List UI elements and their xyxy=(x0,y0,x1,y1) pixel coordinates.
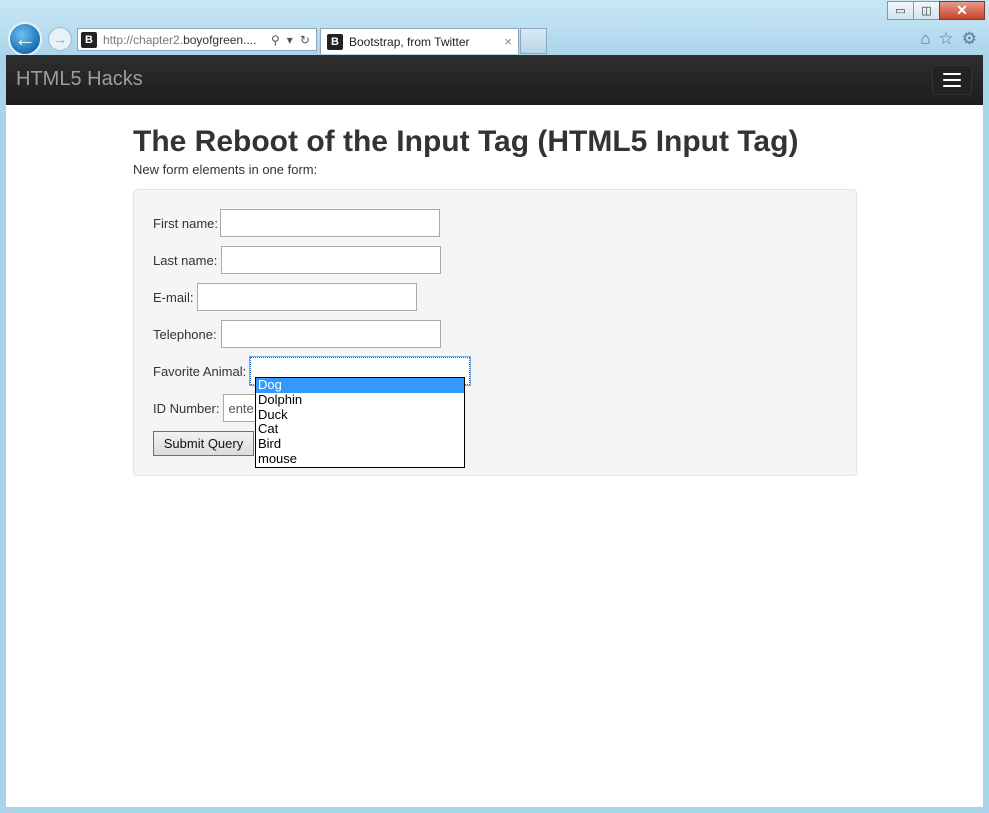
first-name-row: First name: xyxy=(153,209,441,237)
animal-label: Favorite Animal: xyxy=(153,363,247,379)
telephone-field[interactable] xyxy=(220,320,441,348)
animal-option[interactable]: Duck xyxy=(256,407,464,423)
forward-button[interactable]: → xyxy=(48,27,72,51)
tab-favicon-icon: B xyxy=(327,33,343,50)
animal-option[interactable]: Dolphin xyxy=(256,392,464,408)
page-subtitle: New form elements in one form: xyxy=(133,162,318,177)
restore-button[interactable]: ◫ xyxy=(913,1,940,20)
address-domain: boyofgreen.... xyxy=(183,32,257,47)
telephone-label: Telephone: xyxy=(153,326,217,342)
telephone-row: Telephone: xyxy=(153,320,441,348)
main-container: The Reboot of the Input Tag (HTML5 Input… xyxy=(133,125,857,476)
refresh-icon[interactable]: ↻ xyxy=(300,33,310,47)
close-tab-icon[interactable]: × xyxy=(504,34,512,49)
tab-title: Bootstrap, from Twitter xyxy=(349,34,470,49)
arrow-right-icon: → xyxy=(53,31,67,47)
email-row: E-mail: xyxy=(153,283,418,311)
minimize-button[interactable]: ▭ xyxy=(887,1,914,20)
navbar-brand[interactable]: HTML5 Hacks xyxy=(16,68,143,91)
address-bar[interactable]: B http://chapter2.boyofgreen.... ⚲ ▾ ↻ xyxy=(77,28,317,51)
window-border-right xyxy=(983,55,989,813)
id-label: ID Number: xyxy=(153,400,220,416)
animal-option[interactable]: Dog xyxy=(256,377,464,393)
address-actions: ⚲ ▾ ↻ xyxy=(271,33,310,47)
menu-toggle-button[interactable] xyxy=(932,65,972,95)
email-field[interactable] xyxy=(197,283,418,311)
page-viewport: HTML5 Hacks The Reboot of the Input Tag … xyxy=(6,55,983,807)
last-name-row: Last name: xyxy=(153,246,442,274)
submit-button[interactable]: Submit Query xyxy=(153,431,254,456)
last-name-label: Last name: xyxy=(153,252,218,268)
tab-bootstrap[interactable]: B Bootstrap, from Twitter × xyxy=(320,28,519,54)
new-tab-button[interactable] xyxy=(520,28,547,54)
animal-option[interactable]: Bird xyxy=(256,436,464,452)
last-name-field[interactable] xyxy=(221,246,442,274)
browser-toolbar-icons: ⌂ ☆ ⚙ xyxy=(920,29,977,49)
first-name-label: First name: xyxy=(153,215,219,231)
window-border-bottom xyxy=(0,807,989,813)
address-prefix: http://chapter2. xyxy=(103,32,184,47)
arrow-left-icon: ← xyxy=(14,26,36,51)
animal-suggestions-dropdown[interactable]: Dog Dolphin Duck Cat Bird mouse xyxy=(255,377,465,468)
first-name-field[interactable] xyxy=(220,209,441,237)
id-number-field[interactable] xyxy=(223,394,258,422)
hamburger-icon-bar xyxy=(943,73,961,75)
animal-option[interactable]: Cat xyxy=(256,422,464,437)
star-icon[interactable]: ☆ xyxy=(939,29,954,49)
site-favicon-icon: B xyxy=(81,31,97,48)
page-title: The Reboot of the Input Tag (HTML5 Input… xyxy=(133,125,799,158)
window-controls: ▭ ◫ ✕ xyxy=(887,1,985,20)
hamburger-icon-bar xyxy=(943,85,961,87)
animal-option[interactable]: mouse xyxy=(256,451,464,467)
form-well: First name: Last name: E-mail: Telephone… xyxy=(133,189,857,476)
back-button[interactable]: ← xyxy=(8,22,42,56)
navbar: HTML5 Hacks xyxy=(6,55,983,105)
close-window-button[interactable]: ✕ xyxy=(939,1,985,20)
hamburger-icon-bar xyxy=(943,79,961,81)
search-icon[interactable]: ⚲ xyxy=(271,33,280,47)
email-label: E-mail: xyxy=(153,289,194,305)
gear-icon[interactable]: ⚙ xyxy=(962,29,977,49)
chevron-down-icon[interactable]: ▾ xyxy=(287,33,293,47)
id-row: ID Number: xyxy=(153,394,258,422)
address-text[interactable]: http://chapter2.boyofgreen.... xyxy=(103,33,263,47)
home-icon[interactable]: ⌂ xyxy=(920,29,930,49)
